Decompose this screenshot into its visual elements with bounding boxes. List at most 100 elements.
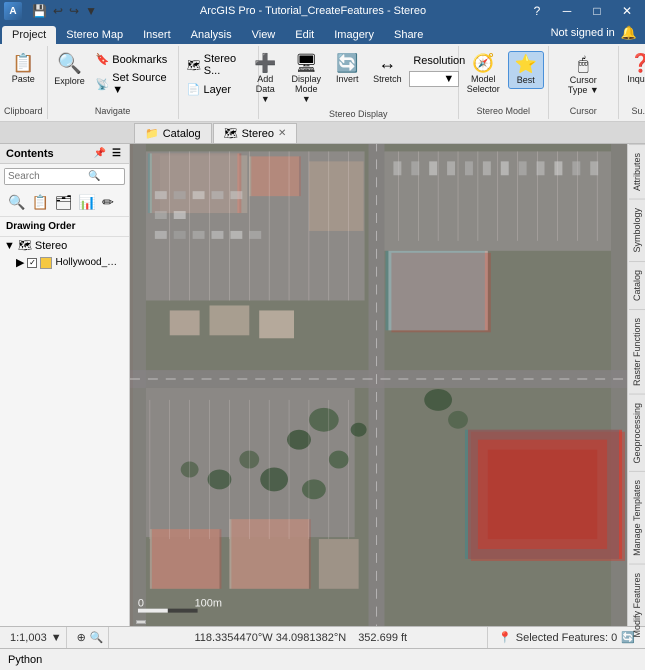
pin-status-icon: 📍: [498, 631, 512, 644]
svg-text:0: 0: [138, 598, 144, 610]
inquiry-button[interactable]: ❓ Inquiry: [623, 51, 645, 87]
stretch-button[interactable]: ↔ Stretch: [369, 51, 405, 87]
save-icon[interactable]: 💾: [30, 3, 49, 19]
stereo-layer-group[interactable]: ▼ 🗺 Stereo: [0, 237, 129, 254]
tab-share[interactable]: Share: [384, 26, 433, 44]
status-bar: 1:1,003 ▼ ⊕ 🔍 118.3354470°W 34.0981382°N…: [0, 626, 645, 648]
manage-templates-tab[interactable]: Manage Templates: [629, 471, 645, 564]
clipboard-label: Clipboard: [4, 104, 43, 117]
svg-text:100m: 100m: [195, 598, 222, 610]
group-clipboard: 📋 Paste Clipboard: [0, 46, 48, 119]
python-label: Python: [8, 654, 42, 666]
add-data-button[interactable]: ➕ AddData ▼: [247, 51, 283, 107]
tab-edit[interactable]: Edit: [285, 26, 324, 44]
bookmarks-button[interactable]: 🔖 Bookmarks: [92, 51, 174, 68]
inquiry-icon: ❓: [630, 54, 645, 72]
table-tool[interactable]: 📋: [29, 192, 50, 213]
contents-panel: Contents 📌 ☰ 🔍 🔍 📋 🗂 📊 ✏ Drawing Order ▼…: [0, 144, 130, 626]
app-icon: A: [4, 2, 22, 20]
scale-segment: 1:1,003 ▼: [6, 627, 67, 648]
folder-tool[interactable]: 🗂: [53, 192, 75, 213]
coords-segment: 118.3354470°W 34.0981382°N 352.699 ft: [115, 627, 489, 648]
not-signed-button[interactable]: Not signed in: [551, 27, 615, 39]
selected-features-segment: 📍 Selected Features: 0 🔄: [494, 627, 639, 648]
layer-expand-icon: ▶: [16, 256, 24, 269]
su-label: Su...: [623, 104, 645, 117]
edit-tool[interactable]: ✏: [100, 192, 116, 213]
search-icon[interactable]: 🔍: [85, 169, 103, 184]
search-input[interactable]: [5, 169, 85, 184]
python-bar[interactable]: Python: [0, 648, 645, 670]
group-inquiry: ❓ Inquiry Su...: [619, 46, 645, 119]
tab-stereo-map[interactable]: Stereo Map: [56, 26, 133, 44]
close-button[interactable]: ✕: [613, 0, 641, 22]
chart-tool[interactable]: 📊: [77, 192, 98, 213]
stereo-tab-close[interactable]: ✕: [278, 128, 286, 139]
display-mode-button[interactable]: 🖥 DisplayMode ▼: [287, 51, 325, 107]
selected-features-value: Selected Features: 0: [516, 632, 618, 644]
filter-tool[interactable]: 🔍: [6, 192, 27, 213]
resolution-label: Resolution: [413, 55, 465, 67]
locate-icon[interactable]: ⊕: [77, 631, 86, 644]
attributes-tab[interactable]: Attributes: [629, 144, 645, 199]
cursor-type-button[interactable]: 🖱 CursorType ▼: [557, 52, 609, 98]
stereo-tab-icon: 🗺: [224, 127, 238, 140]
symbology-tab[interactable]: Symbology: [629, 199, 645, 261]
main-area: Contents 📌 ☰ 🔍 🔍 📋 🗂 📊 ✏ Drawing Order ▼…: [0, 144, 645, 626]
catalog-tab[interactable]: Catalog: [629, 261, 645, 309]
undo-icon[interactable]: ↩: [51, 3, 65, 19]
zoom-icon[interactable]: 🔍: [90, 631, 104, 644]
layer-icon: 📄: [187, 83, 201, 96]
nav-icons-segment: ⊕ 🔍: [73, 627, 109, 648]
map-view[interactable]: 0 100m: [130, 144, 627, 626]
set-source-button[interactable]: 📡 Set Source ▼: [92, 70, 174, 98]
best-button[interactable]: ⭐ Best: [508, 51, 544, 89]
catalog-tab-icon: 📁: [145, 127, 159, 140]
tab-stereo-view[interactable]: 🗺 Stereo ✕: [213, 123, 298, 143]
panel-menu-icon[interactable]: ☰: [110, 147, 123, 160]
layer-checkbox[interactable]: [27, 258, 37, 268]
qat-dropdown-icon[interactable]: ▼: [83, 3, 99, 19]
layer-swatch: [40, 257, 52, 269]
hollywood-layer[interactable]: ▶ Hollywood_Buildings_C...: [0, 254, 129, 271]
tab-analysis[interactable]: Analysis: [181, 26, 242, 44]
group-stereo-model: 🧭 ModelSelector ⭐ Best Stereo Model: [459, 46, 549, 119]
geoprocessing-tab[interactable]: Geoprocessing: [629, 394, 645, 472]
explore-button[interactable]: 🔍 Explore: [52, 51, 88, 89]
model-selector-button[interactable]: 🧭 ModelSelector: [463, 51, 504, 97]
contents-title: Contents: [6, 148, 54, 160]
redo-icon[interactable]: ↪: [67, 3, 81, 19]
minimize-button[interactable]: ─: [553, 0, 581, 22]
map-canvas: 0 100m: [130, 144, 627, 626]
layer-name: Hollywood_Buildings_C...: [55, 257, 120, 268]
tab-imagery[interactable]: Imagery: [324, 26, 384, 44]
pin-icon[interactable]: 📌: [92, 147, 108, 160]
tab-insert[interactable]: Insert: [133, 26, 181, 44]
invert-icon: 🔄: [336, 54, 358, 72]
paste-label: Paste: [12, 74, 35, 84]
tab-catalog[interactable]: 📁 Catalog: [134, 123, 212, 143]
help-button[interactable]: ?: [523, 0, 551, 22]
raster-functions-tab[interactable]: Raster Functions: [629, 309, 645, 394]
stereo-s-icon: 🗺: [187, 59, 201, 72]
group-label: Stereo: [35, 240, 67, 252]
cursor-type-icon: 🖱: [578, 55, 589, 73]
tab-view[interactable]: View: [242, 26, 286, 44]
tab-project[interactable]: Project: [2, 26, 56, 44]
stereo-s-button[interactable]: 🗺 Stereo S...: [183, 51, 254, 79]
layer-button[interactable]: 📄 Layer: [183, 81, 235, 98]
modify-features-tab[interactable]: Modify Features: [629, 564, 645, 646]
drawing-order-label: Drawing Order: [0, 217, 129, 237]
scale-dropdown[interactable]: ▼: [51, 632, 62, 644]
bookmarks-label: Bookmarks: [112, 54, 167, 66]
ribbon: 📋 Paste Clipboard 🔍 Explore 🔖 Bookmarks …: [0, 44, 645, 122]
invert-button[interactable]: 🔄 Invert: [329, 51, 365, 87]
bell-icon[interactable]: 🔔: [621, 25, 637, 41]
explore-icon: 🔍: [57, 54, 82, 74]
model-selector-icon: 🧭: [472, 54, 494, 72]
resolution-dropdown[interactable]: ▼: [409, 71, 459, 87]
maximize-button[interactable]: □: [583, 0, 611, 22]
not-signed-area: Not signed in 🔔: [543, 22, 645, 44]
paste-button[interactable]: 📋 Paste: [5, 51, 41, 87]
group-navigate: 🔍 Explore 🔖 Bookmarks 📡 Set Source ▼ Nav…: [48, 46, 179, 119]
